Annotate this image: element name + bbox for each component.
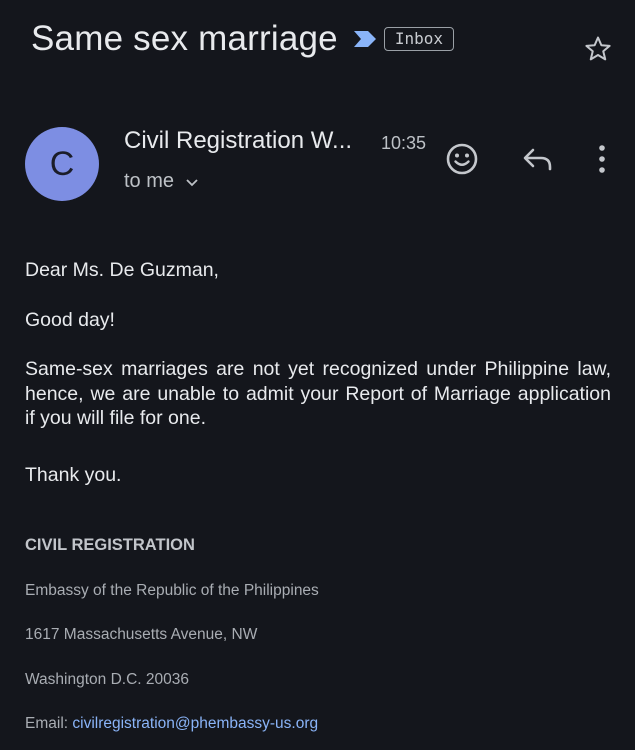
more-vert-icon[interactable] — [585, 142, 619, 176]
sender-avatar[interactable]: C — [25, 127, 99, 201]
avatar-letter: C — [49, 144, 75, 183]
message-body: Dear Ms. De Guzman, Good day! Same-sex m… — [25, 258, 611, 512]
message-closing: Thank you. — [25, 463, 122, 486]
email-subject: Same sex marriage — [31, 19, 338, 58]
signature-embassy: Embassy of the Republic of the Philippin… — [25, 582, 319, 599]
signature-title: CIVIL REGISTRATION — [25, 536, 195, 554]
subject-row: Same sex marriage Inbox — [31, 14, 615, 64]
email-label: Email: — [25, 715, 73, 732]
importance-marker-icon[interactable] — [352, 29, 378, 49]
recipient-toggle[interactable]: to me — [124, 170, 200, 193]
recipient-label: to me — [124, 170, 175, 192]
email-link[interactable]: civilregistration@phembassy-us.org — [72, 715, 318, 732]
message-paragraph: Same-sex marriages are not yet recognize… — [25, 358, 611, 429]
signature-email-line: Email: civilregistration@phembassy-us.or… — [25, 715, 611, 733]
message-time: 10:35 — [381, 133, 427, 153]
chevron-down-icon — [186, 178, 198, 186]
emoji-icon[interactable] — [445, 142, 479, 176]
star-outline-icon[interactable] — [583, 34, 613, 64]
inbox-label-chip[interactable]: Inbox — [383, 27, 455, 51]
email-view: Same sex marriage Inbox C Civil Registra… — [0, 0, 635, 750]
message-greeting: Dear Ms. De Guzman, — [25, 259, 219, 281]
signature-city: Washington D.C. 20036 — [25, 671, 189, 688]
sender-name[interactable]: Civil Registration W... — [124, 127, 352, 155]
signature-address: 1617 Massachusetts Avenue, NW — [25, 626, 258, 643]
message-opening: Good day! — [25, 308, 115, 331]
reply-icon[interactable] — [521, 142, 555, 176]
